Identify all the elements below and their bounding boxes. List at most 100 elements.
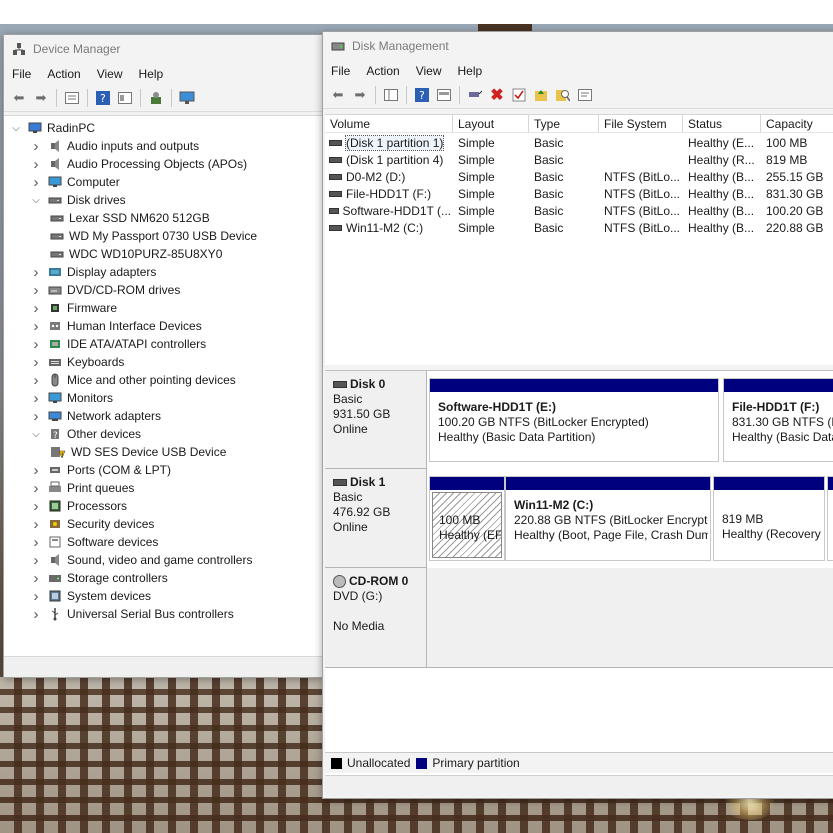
show-hidden-icon[interactable] [116, 89, 134, 107]
column-header[interactable]: Volume [325, 115, 453, 133]
expand-chevron-icon[interactable]: › [30, 480, 42, 497]
collapse-chevron-icon[interactable]: ⌵ [30, 194, 42, 206]
back-arrow-icon[interactable]: ⬅ [329, 86, 347, 104]
column-header[interactable]: Type [529, 115, 599, 133]
back-arrow-icon[interactable]: ⬅ [10, 89, 28, 107]
menu-file[interactable]: File [323, 64, 358, 78]
help-icon[interactable]: ? [413, 86, 431, 104]
disk-management-window[interactable]: Disk Management File Action View Help ⬅ … [322, 31, 833, 799]
tree-item[interactable]: › Display adapters [30, 263, 157, 281]
tree-item[interactable]: › Human Interface Devices [30, 317, 202, 335]
tree-item[interactable]: › Audio inputs and outputs [30, 137, 200, 155]
expand-chevron-icon[interactable]: › [30, 516, 42, 533]
menu-help[interactable]: Help [450, 64, 491, 78]
tree-item[interactable]: › IDE ATA/ATAPI controllers [30, 335, 207, 353]
help-icon[interactable]: ? [94, 89, 112, 107]
scan-hardware-icon[interactable] [147, 89, 165, 107]
console-tree-icon[interactable] [382, 86, 400, 104]
expand-chevron-icon[interactable]: › [30, 354, 42, 371]
connect-icon[interactable] [466, 86, 484, 104]
tree-item[interactable]: WDC WD10PURZ-85U8XY0 [50, 245, 222, 263]
delete-icon[interactable]: ✖ [488, 86, 506, 104]
tree-item[interactable]: › Sound, video and game controllers [30, 551, 253, 569]
partition[interactable]: File-HDD1T (F:)831.30 GB NTFS (BitHealth… [723, 378, 833, 462]
tree-item[interactable]: › Security devices [30, 515, 155, 533]
tree-item[interactable]: › Mice and other pointing devices [30, 371, 236, 389]
expand-chevron-icon[interactable]: › [30, 588, 42, 605]
expand-chevron-icon[interactable]: › [30, 462, 42, 479]
tree-item[interactable]: › Computer [30, 173, 120, 191]
tree-item[interactable]: › Keyboards [30, 353, 125, 371]
expand-chevron-icon[interactable]: › [30, 498, 42, 515]
table-row[interactable]: Win11-M2 (C:) Simple Basic NTFS (BitLo... He… [325, 219, 833, 236]
properties-icon[interactable] [63, 89, 81, 107]
expand-chevron-icon[interactable]: › [30, 534, 42, 551]
menu-action[interactable]: Action [358, 64, 407, 78]
forward-arrow-icon[interactable]: ➡ [351, 86, 369, 104]
tree-item[interactable]: › Monitors [30, 389, 114, 407]
volume-list[interactable]: Volume Layout Type File System Status Capacit… [325, 114, 833, 365]
menu-view[interactable]: View [408, 64, 450, 78]
device-manager-window[interactable]: Device Manager File Action View Help ⬅ ➡… [3, 34, 323, 678]
menu-view[interactable]: View [89, 67, 131, 81]
show-hide-pane-icon[interactable] [435, 86, 453, 104]
partition[interactable] [827, 476, 833, 561]
partition[interactable]: 100 MB Healthy (EF [429, 476, 505, 561]
search-icon[interactable] [554, 86, 572, 104]
check-icon[interactable] [510, 86, 528, 104]
expand-chevron-icon[interactable]: › [30, 300, 42, 317]
collapse-chevron-icon[interactable]: ⌵ [10, 122, 22, 134]
forward-arrow-icon[interactable]: ➡ [32, 89, 50, 107]
expand-chevron-icon[interactable]: › [30, 318, 42, 335]
tree-item[interactable]: › Storage controllers [30, 569, 168, 587]
menu-file[interactable]: File [4, 67, 39, 81]
column-header[interactable]: Capacity [761, 115, 833, 133]
menu-action[interactable]: Action [39, 67, 88, 81]
partition[interactable]: Win11-M2 (C:) 220.88 GB NTFS (BitLocker E… [505, 476, 711, 561]
device-manager-titlebar[interactable]: Device Manager [4, 35, 322, 63]
tree-item[interactable]: › Processors [30, 497, 128, 515]
tree-item[interactable]: › DVD/CD-ROM drives [30, 281, 181, 299]
expand-chevron-icon[interactable]: › [30, 138, 42, 155]
menu-help[interactable]: Help [131, 67, 172, 81]
tree-item[interactable]: › Universal Serial Bus controllers [30, 605, 234, 623]
expand-chevron-icon[interactable]: › [30, 336, 42, 353]
table-row[interactable]: D0-M2 (D:) Simple Basic NTFS (BitLo... Healt… [325, 168, 833, 185]
tree-item[interactable]: ! WD SES Device USB Device [50, 443, 226, 461]
expand-chevron-icon[interactable]: › [30, 570, 42, 587]
expand-chevron-icon[interactable]: › [30, 156, 42, 173]
disk-label[interactable]: Disk 1 Basic 476.92 GB Online [325, 469, 427, 568]
partition[interactable]: Software-HDD1T (E:) 100.20 GB NTFS (BitLo… [429, 378, 719, 462]
expand-chevron-icon[interactable]: › [30, 408, 42, 425]
column-header[interactable]: File System [599, 115, 683, 133]
column-header[interactable]: Layout [453, 115, 529, 133]
tree-item[interactable]: › Software devices [30, 533, 159, 551]
tree-item[interactable]: ⌵? Other devices [30, 425, 141, 443]
expand-chevron-icon[interactable]: › [30, 174, 42, 191]
tree-item[interactable]: › System devices [30, 587, 152, 605]
expand-chevron-icon[interactable]: › [30, 552, 42, 569]
tree-root[interactable]: ⌵ RadinPC [10, 119, 95, 137]
tree-item[interactable]: Lexar SSD NM620 512GB [50, 209, 210, 227]
folder-up-icon[interactable] [532, 86, 550, 104]
table-row[interactable]: (Disk 1 partition 4) Simple Basic Healthy (… [325, 151, 833, 168]
update-driver-icon[interactable] [178, 89, 196, 107]
expand-chevron-icon[interactable]: › [30, 282, 42, 299]
disk-graph-view[interactable]: Disk 0 Basic 931.50 GB Online Software-HDD1T… [325, 370, 833, 791]
expand-chevron-icon[interactable]: › [30, 390, 42, 407]
column-header[interactable]: Status [683, 115, 761, 133]
tree-item[interactable]: › Print queues [30, 479, 135, 497]
expand-chevron-icon[interactable]: › [30, 372, 42, 389]
tree-item[interactable]: › Ports (COM & LPT) [30, 461, 172, 479]
partition[interactable]: 819 MB Healthy (Recovery [713, 476, 825, 561]
table-row[interactable]: File-HDD1T (F:) Simple Basic NTFS (BitLo...… [325, 185, 833, 202]
disk-label[interactable]: Disk 0 Basic 931.50 GB Online [325, 371, 427, 469]
table-row[interactable]: Software-HDD1T (... Simple Basic NTFS (BitL… [325, 202, 833, 219]
table-row[interactable]: (Disk 1 partition 1) Simple Basic Healthy (… [325, 134, 833, 151]
expand-chevron-icon[interactable]: › [30, 606, 42, 623]
disk-label[interactable]: CD-ROM 0 DVD (G:) No Media [325, 568, 427, 668]
device-tree[interactable]: ⌵ RadinPC › Audio inputs and outputs › Audi… [4, 115, 322, 658]
tree-item[interactable]: › Firmware [30, 299, 118, 317]
tree-item[interactable]: WD My Passport 0730 USB Device [50, 227, 257, 245]
collapse-chevron-icon[interactable]: ⌵ [30, 428, 42, 440]
